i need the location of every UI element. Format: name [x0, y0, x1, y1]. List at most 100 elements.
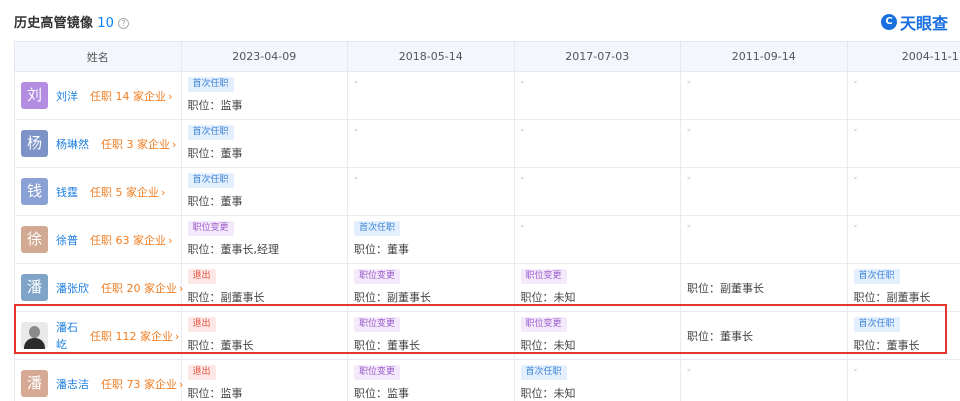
column-header-date: 2018-05-14 [347, 41, 515, 72]
brand-mark-icon: C [880, 14, 897, 30]
name-cell: 潘石屹 任职 112 家企业 › [14, 311, 182, 360]
timeline-cell: 退出 职位：董事长 [180, 311, 348, 360]
person-name[interactable]: 徐普 [56, 232, 78, 248]
timeline-cell: 职位变更 职位：未知 [513, 311, 681, 360]
empty-value: - [520, 125, 525, 136]
timeline-cell: 职位变更 职位：未知 [513, 263, 681, 312]
timeline-cell: 职位变更 职位：董事长 [347, 311, 515, 360]
record-count: 10 [97, 16, 115, 31]
change-type-badge: 退出 [187, 317, 216, 332]
timeline-cell: - [513, 71, 681, 120]
empty-value: - [687, 173, 691, 184]
avatar[interactable]: 钱 [21, 178, 48, 205]
person-name[interactable]: 刘洋 [56, 88, 78, 104]
timeline-cell: - [846, 359, 960, 401]
company-count-label: 任职 3 家企业 [101, 137, 170, 151]
column-header-date: 2017-07-03 [513, 41, 681, 72]
position-text: 职位：董事长 [354, 339, 420, 352]
position-text: 职位：董事长 [687, 330, 753, 343]
empty-value: - [687, 77, 691, 88]
timeline-cell: - [347, 71, 515, 120]
timeline-cell: 首次任职 职位：董事 [347, 215, 515, 264]
section-title-text: 历史高管镜像 [14, 16, 94, 31]
person-name[interactable]: 潘石屹 [56, 319, 78, 353]
change-type-badge: 职位变更 [354, 269, 401, 284]
person-name[interactable]: 潘志洁 [56, 376, 89, 392]
timeline-cell: - [513, 119, 681, 168]
change-type-badge: 退出 [187, 365, 216, 380]
timeline-cell: - [680, 359, 848, 401]
person-name[interactable]: 潘张欣 [56, 280, 89, 296]
avatar-photo[interactable] [21, 322, 48, 349]
timeline-cell: 首次任职 职位：董事 [180, 119, 348, 168]
person-name[interactable]: 钱霆 [56, 184, 78, 200]
name-cell: 徐徐普 任职 63 家企业 › [14, 215, 182, 264]
person-info: 潘潘张欣 任职 20 家企业 › [15, 264, 183, 311]
change-type-badge: 职位变更 [354, 365, 401, 380]
name-cell: 刘刘洋 任职 14 家企业 › [14, 71, 182, 120]
position-text: 职位：监事 [187, 99, 243, 112]
empty-value: - [853, 365, 858, 376]
change-type-badge: 首次任职 [187, 173, 234, 188]
timeline-cell: - [513, 215, 681, 264]
position-text: 职位：董事长,经理 [187, 243, 280, 256]
timeline-cell: 首次任职 职位：董事长 [846, 311, 960, 360]
change-type-badge: 职位变更 [520, 317, 567, 332]
timeline-cell: - [680, 119, 848, 168]
change-type-badge: 首次任职 [853, 317, 900, 332]
person-info: 钱钱霆 任职 5 家企业 › [15, 168, 181, 215]
change-type-badge: 退出 [187, 269, 216, 284]
column-header-date: 2004-11-1 [846, 41, 960, 72]
avatar[interactable]: 徐 [21, 226, 48, 253]
change-type-badge: 首次任职 [853, 269, 900, 284]
chevron-right-icon: › [175, 329, 180, 343]
company-count-link[interactable]: 任职 3 家企业 › [101, 136, 176, 152]
brand-logo[interactable]: C 天眼查 [880, 10, 948, 34]
change-type-badge: 职位变更 [520, 269, 567, 284]
table-row: 潘潘志洁 任职 73 家企业 › 退出 职位：监事 职位变更 职位：监事 首次任职 职位：未知 -… [14, 359, 960, 401]
timeline-cell: - [846, 167, 960, 216]
change-type-badge: 首次任职 [187, 77, 234, 92]
position-text: 职位：董事 [187, 195, 243, 208]
company-count-label: 任职 112 家企业 [90, 329, 173, 343]
timeline-cell: - [347, 167, 515, 216]
person-info: 潘石屹 任职 112 家企业 › [15, 312, 181, 359]
empty-value: - [687, 221, 691, 232]
table-row: 杨杨琳然 任职 3 家企业 › 首次任职 职位：董事 - - - - [14, 119, 960, 168]
column-header-date: 2023-04-09 [180, 41, 348, 72]
avatar[interactable]: 刘 [21, 82, 48, 109]
timeline-cell: - [513, 167, 681, 216]
table-row: 潘潘张欣 任职 20 家企业 › 退出 职位：副董事长 职位变更 职位：副董事长 职位变更 职位… [14, 263, 960, 312]
timeline-cell: - [347, 119, 515, 168]
empty-value: - [354, 77, 358, 88]
empty-value: - [853, 173, 858, 184]
table-header-row: 姓名 2023-04-09 2018-05-14 2017-07-03 2011… [14, 41, 960, 72]
empty-value: - [520, 173, 525, 184]
company-count-link[interactable]: 任职 20 家企业 › [101, 280, 183, 296]
company-count-link[interactable]: 任职 73 家企业 › [101, 376, 183, 392]
table-row: 钱钱霆 任职 5 家企业 › 首次任职 职位：董事 - - - - [14, 167, 960, 216]
company-count-link[interactable]: 任职 5 家企业 › [90, 184, 165, 200]
empty-value: - [687, 365, 691, 376]
company-count-link[interactable]: 任职 112 家企业 › [90, 328, 179, 344]
company-count-label: 任职 5 家企业 [90, 185, 159, 199]
company-count-link[interactable]: 任职 63 家企业 › [90, 232, 172, 248]
column-header-date: 2011-09-14 [680, 41, 848, 72]
timeline-cell: 职位：董事长 [680, 311, 848, 360]
timeline-cell: 职位变更职位：副董事长 [347, 263, 515, 312]
timeline-cell: 首次任职 职位：未知 [513, 359, 681, 401]
help-icon[interactable]: ? [118, 18, 130, 29]
position-text: 职位：监事 [187, 387, 243, 400]
avatar[interactable]: 潘 [21, 274, 48, 301]
avatar[interactable]: 杨 [21, 130, 48, 157]
timeline-cell: 职位变更 职位：董事长,经理 [180, 215, 348, 264]
position-text: 职位：监事 [354, 387, 409, 400]
timeline-cell: - [846, 71, 960, 120]
avatar[interactable]: 潘 [21, 370, 48, 397]
table-row: 徐徐普 任职 63 家企业 › 职位变更 职位：董事长,经理 首次任职 职位：董事 - - - [14, 215, 960, 264]
position-text: 职位：副董事长 [354, 291, 431, 304]
position-text: 职位：董事 [187, 147, 243, 160]
person-name[interactable]: 杨琳然 [56, 136, 89, 152]
company-count-link[interactable]: 任职 14 家企业 › [90, 88, 172, 104]
name-cell: 潘潘志洁 任职 73 家企业 › [14, 359, 183, 401]
